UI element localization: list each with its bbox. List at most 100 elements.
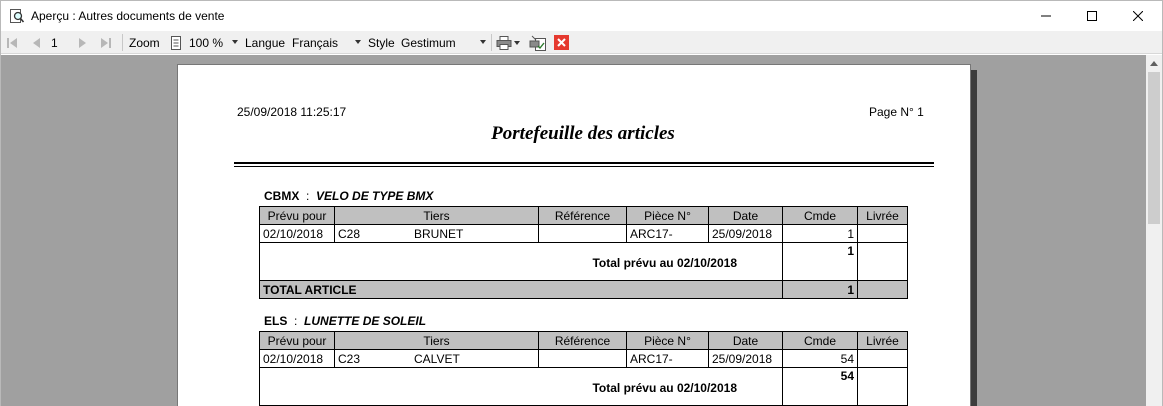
column-header: Référence [538,331,627,350]
column-header: Cmde [782,206,858,225]
article-code: CBMX [264,189,300,203]
tiers-code: C28 [338,226,361,241]
subtotal-label: Total prévu au 02/10/2018 [259,367,783,406]
column-header: Tiers [334,331,539,350]
language-label: Langue [245,35,286,50]
date-cell: 25/09/2018 [708,224,783,243]
window-title: Aperçu : Autres documents de vente [31,9,225,23]
style-select[interactable]: Gestimum [398,33,488,52]
report-title: Portefeuille des articles [491,123,675,144]
article-table: Prévu pour Tiers Référence Pièce N° Date… [259,206,908,299]
printer-icon [496,35,512,50]
table-header-row: Prévu pour Tiers Référence Pièce N° Date… [259,331,908,350]
preview-window: Aperçu : Autres documents de vente 1 Zoo… [0,0,1163,406]
vertical-scrollbar[interactable] [1146,55,1162,406]
column-header: Pièce N° [626,206,709,225]
language-value: Français [292,35,339,50]
table-row: 02/10/2018 C28 BRUNET ARC17- 25/09/2018 1 [259,224,908,243]
last-page-button[interactable] [100,31,112,54]
article-total-label: TOTAL ARTICLE [259,280,783,299]
preview-area[interactable]: 25/09/2018 11:25:17 Page N° 1 Portefeuil… [1,55,1146,406]
cmde-cell: 1 [782,224,858,243]
previous-page-icon [33,37,40,48]
subtotal-row: Total prévu au 02/10/2018 1 [259,242,908,281]
subtotal-livree-cell [857,367,908,406]
article-heading: CBMX : VELO DE TYPE BMX [264,189,433,203]
style-value: Gestimum [401,35,456,50]
prevu-pour-cell: 02/10/2018 [259,224,335,243]
zoom-value: 100 % [189,35,224,50]
close-red-icon [554,35,569,50]
minimize-button[interactable] [1023,1,1069,31]
article-separator: : [294,314,298,328]
print-button[interactable] [496,31,512,54]
table-header-row: Prévu pour Tiers Référence Pièce N° Date… [259,206,908,225]
article-table: Prévu pour Tiers Référence Pièce N° Date… [259,331,908,406]
article-total-row: TOTAL ARTICLE 1 [259,280,908,299]
subtotal-row: Total prévu au 02/10/2018 54 [259,367,908,406]
print-options-button[interactable] [514,31,520,54]
previous-page-button[interactable] [30,31,42,54]
subtotal-livree-cell [857,242,908,281]
column-header: Date [708,331,783,350]
table-row: 02/10/2018 C23 CALVET ARC17- 25/09/2018 5… [259,349,908,368]
date-cell: 25/09/2018 [708,349,783,368]
preview-toolbar: 1 Zoom 100 % Langue Français Style Gesti… [1,31,1162,54]
toolbar-separator [122,34,123,51]
next-page-icon [79,37,86,48]
page-number-input[interactable]: 1 [47,33,71,52]
column-header: Pièce N° [626,331,709,350]
first-page-button[interactable] [6,31,18,54]
column-header: Livrée [857,206,908,225]
scrollbar-thumb[interactable] [1148,72,1160,224]
export-document-icon [529,35,546,51]
chevron-down-icon [232,40,238,44]
chevron-down-icon [355,40,361,44]
chevron-up-icon [1150,61,1158,66]
column-header: Prévu pour [259,206,335,225]
first-page-icon [7,37,17,48]
tiers-cell: C28 BRUNET [334,224,539,243]
article-description: LUNETTE DE SOLEIL [304,314,427,328]
subtotal-value: 54 [782,367,858,406]
export-button[interactable] [529,31,547,54]
column-header: Prévu pour [259,331,335,350]
article-code: ELS [264,314,288,328]
close-window-button[interactable] [1115,1,1161,31]
livree-cell [857,224,908,243]
chevron-down-icon [480,40,486,44]
article-description: VELO DE TYPE BMX [316,189,434,203]
tiers-name: CALVET [414,351,460,366]
page-number-value: 1 [51,35,58,50]
maximize-button[interactable] [1069,1,1115,31]
reference-cell [538,349,627,368]
close-preview-button[interactable] [554,31,569,54]
subtotal-value: 1 [782,242,858,281]
language-select[interactable]: Français [289,33,363,52]
zoom-page-icon [170,31,182,54]
column-header: Livrée [857,331,908,350]
title-bar: Aperçu : Autres documents de vente [1,1,1162,31]
title-divider [234,162,934,167]
prevu-pour-cell: 02/10/2018 [259,349,335,368]
toolbar-separator [491,34,492,51]
style-label: Style [368,35,395,50]
scroll-up-button[interactable] [1146,55,1162,72]
column-header: Référence [538,206,627,225]
last-page-icon [101,37,111,48]
tiers-code: C23 [338,351,361,366]
magnifier-document-icon [9,8,25,24]
column-header: Date [708,206,783,225]
piece-cell: ARC17- [626,349,709,368]
report-page: 25/09/2018 11:25:17 Page N° 1 Portefeuil… [177,64,971,406]
reference-cell [538,224,627,243]
next-page-button[interactable] [77,31,89,54]
report-page-number: Page N° 1 [869,105,924,119]
cmde-cell: 54 [782,349,858,368]
article-total-livree-cell [857,280,908,299]
zoom-select[interactable]: 100 % [186,33,240,52]
column-header: Tiers [334,206,539,225]
chevron-down-icon [514,40,520,45]
article-separator: : [306,189,310,203]
zoom-label: Zoom [129,35,160,50]
